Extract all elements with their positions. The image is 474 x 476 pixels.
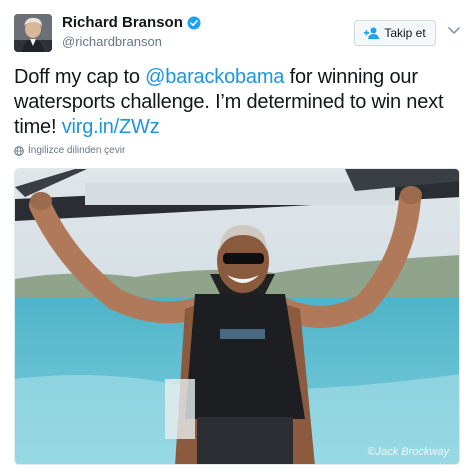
tweet-text-part: Doff my cap to (14, 66, 146, 88)
tweet-card: Richard Branson @richardbranson Takip et… (0, 0, 474, 476)
mention-link[interactable]: @barackobama (145, 66, 284, 88)
tweet-text: Doff my cap to @barackobama for winning … (14, 65, 466, 140)
tweet-photo[interactable]: ©Jack Brockway (14, 168, 460, 465)
translate-link-label: İngilizce dilinden çevir (28, 145, 126, 156)
verified-badge-icon (187, 16, 201, 29)
add-user-icon (364, 27, 380, 39)
translate-link[interactable]: İngilizce dilinden çevir (14, 145, 125, 156)
author-name-row[interactable]: Richard Branson (62, 14, 201, 31)
photo-watermark: ©Jack Brockway (367, 446, 449, 458)
profile-photo-icon (14, 14, 52, 52)
author-display-name[interactable]: Richard Branson (62, 14, 183, 31)
follow-button-label: Takip et (384, 26, 426, 40)
url-link[interactable]: virg.in/ZWz (62, 116, 160, 138)
follow-button[interactable]: Takip et (354, 20, 436, 46)
chevron-down-icon[interactable] (448, 27, 460, 35)
photo-illustration (15, 169, 459, 464)
author-handle[interactable]: @richardbranson (62, 34, 162, 49)
avatar[interactable] (14, 14, 52, 52)
globe-icon (14, 145, 24, 156)
